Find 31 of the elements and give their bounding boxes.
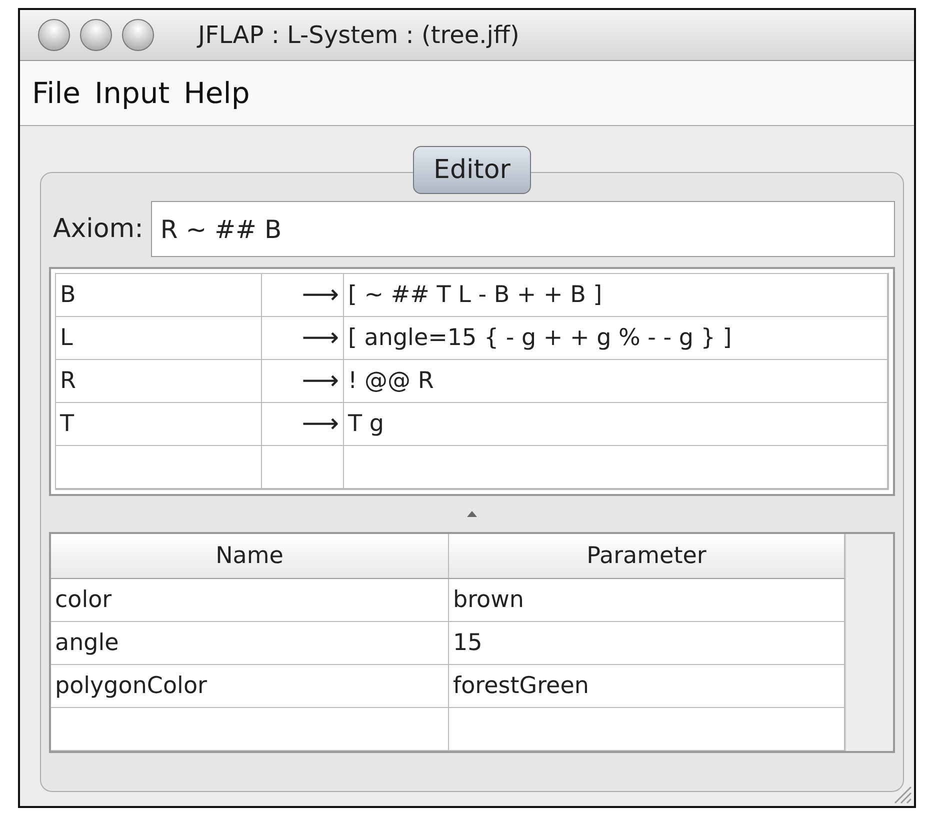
table-cell: angle <box>51 622 449 665</box>
table-cell: ⟶ <box>262 274 344 317</box>
table-cell: ⟶ <box>262 403 344 446</box>
table-cell: T g <box>344 403 888 446</box>
column-header[interactable]: Parameter <box>449 534 845 579</box>
table-cell: 15 <box>449 622 845 665</box>
table-cell: polygonColor <box>51 665 449 708</box>
table-cell: [ ~ ## T L - B + + B ] <box>344 274 888 317</box>
table-cell: T <box>56 403 262 446</box>
table-cell: R <box>56 360 262 403</box>
table-cell: ! @@ R <box>344 360 888 403</box>
table-cell: L <box>56 317 262 360</box>
axiom-field[interactable]: R ~ ## B <box>151 201 895 257</box>
close-button[interactable] <box>38 19 70 51</box>
menu-item[interactable]: Help <box>184 76 250 110</box>
table-cell: color <box>51 579 449 622</box>
minimize-button[interactable] <box>80 19 112 51</box>
table-cell: [ angle=15 { - g + + g % - - g } ] <box>344 317 888 360</box>
menu-item[interactable]: File <box>32 76 81 110</box>
tab[interactable]: Editor <box>412 146 532 194</box>
axiom-label: Axiom: <box>52 214 144 244</box>
menu-item[interactable]: Input <box>94 76 170 110</box>
table-cell: ⟶ <box>262 317 344 360</box>
column-header[interactable]: Name <box>51 534 449 579</box>
table-cell: forestGreen <box>449 665 845 708</box>
window-title: JFLAP : L-System : (tree.jff) <box>198 21 520 49</box>
caret-icon[interactable] <box>467 511 477 517</box>
zoom-button[interactable] <box>122 19 154 51</box>
table-cell: brown <box>449 579 845 622</box>
table-cell: ⟶ <box>262 360 344 403</box>
table-cell: B <box>56 274 262 317</box>
